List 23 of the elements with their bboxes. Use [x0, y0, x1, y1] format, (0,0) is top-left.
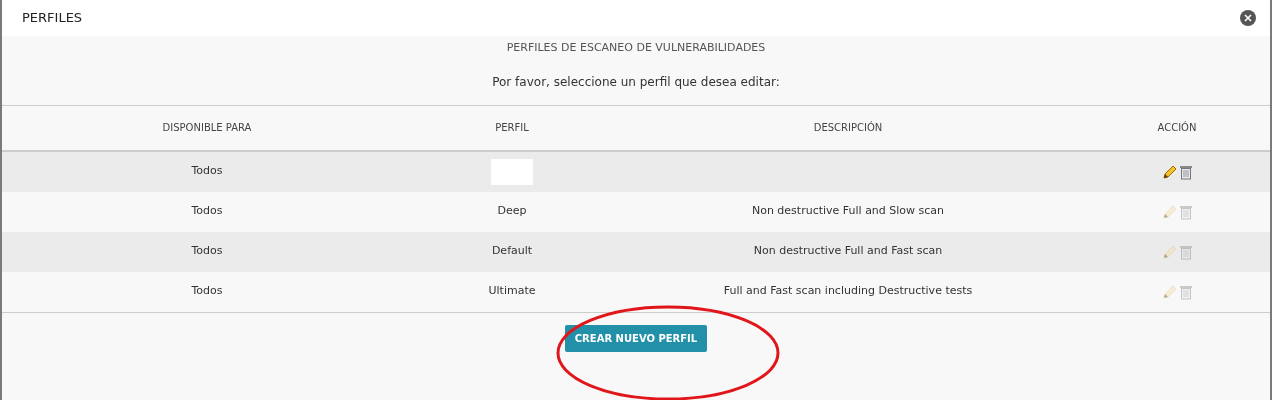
table-cell-text: Todos	[190, 163, 224, 180]
column-header: ACCIÓN	[1156, 120, 1198, 135]
table-cell-text: Todos	[190, 283, 224, 300]
column-header: DISPONIBLE PARA	[161, 121, 253, 135]
section-heading: PERFILES DE ESCANEO DE VULNERABILIDADES	[506, 40, 766, 56]
trash-icon[interactable]	[1178, 163, 1193, 180]
column-header: DESCRIPCIÓN	[812, 120, 884, 135]
pencil-icon[interactable]	[1161, 163, 1178, 180]
table-cell: Ultimate	[488, 283, 536, 300]
table-cell: Full and Fast scan including Destructive tests	[723, 283, 973, 300]
create-profile-button[interactable]: CREAR NUEVO PERFIL	[564, 324, 708, 352]
table-cell-text: Todos	[190, 203, 224, 220]
close-icon	[1244, 14, 1252, 22]
window-title: PERFILES	[22, 9, 83, 28]
close-button[interactable]	[1240, 10, 1256, 26]
column-header: PERFIL	[494, 121, 530, 135]
table-cell: Deep	[497, 203, 527, 220]
table-cell-text: Todos	[190, 243, 224, 260]
table-row[interactable]: Todos	[2, 151, 1270, 192]
table-cell: Non destructive Full and Fast scan	[753, 243, 943, 260]
instruction-text: Por favor, seleccione un perfil que desea editar:	[492, 73, 780, 91]
table-cell: Non destructive Full and Slow scan	[751, 203, 945, 220]
table-cell: Default	[491, 243, 533, 260]
